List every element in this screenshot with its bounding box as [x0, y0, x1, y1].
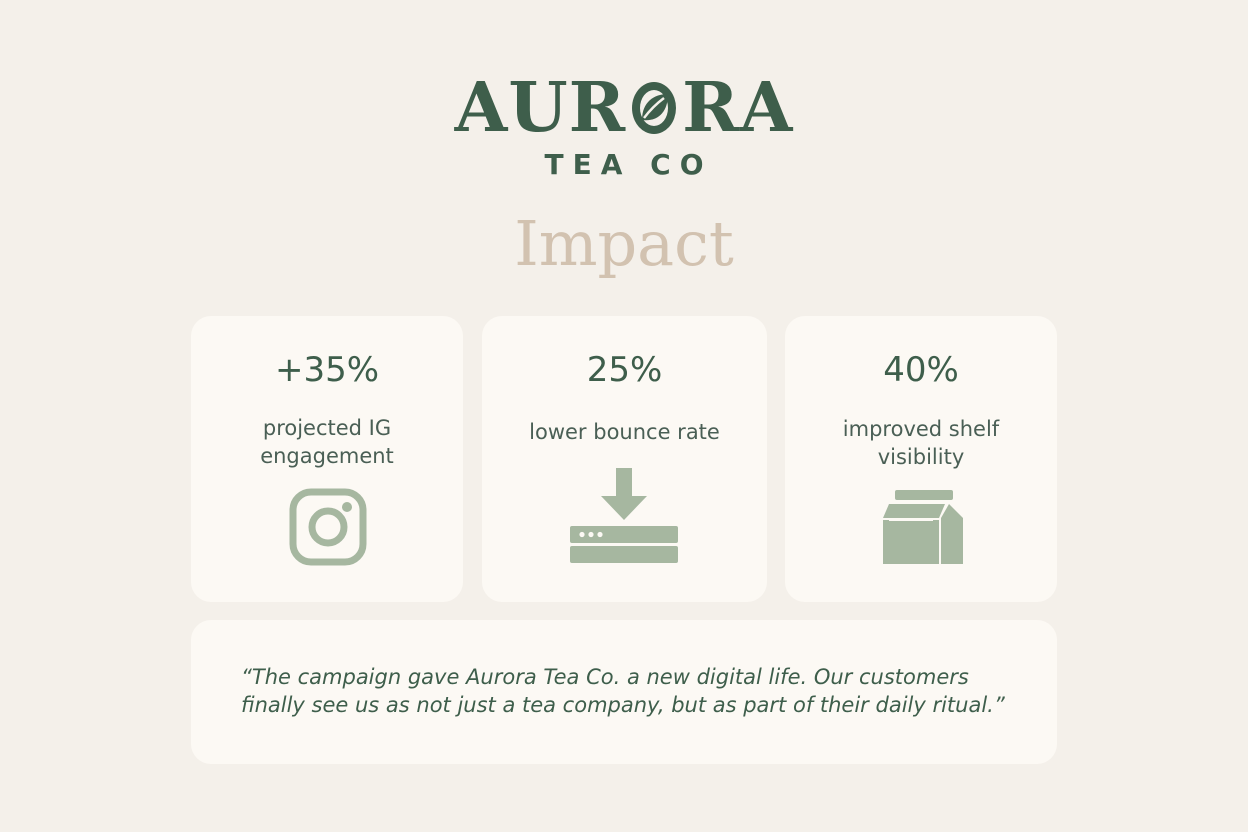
download-server-icon: [570, 468, 678, 563]
stat-label: projected IG engagement: [260, 416, 394, 468]
stat-label: improved shelf visibility: [842, 417, 1000, 469]
leaf-o-icon: [632, 82, 677, 134]
instagram-icon: [289, 488, 367, 566]
logo-word-left: AUR: [454, 68, 627, 148]
stat-value: 25%: [586, 350, 663, 390]
logo-wordmark: AUR RA: [455, 72, 794, 144]
stat-value: +35%: [274, 350, 380, 390]
stat-card-shelf-visibility: 40% improved shelf visibility: [785, 316, 1057, 602]
brand-logo: AUR RA TEA CO: [0, 72, 1248, 181]
stat-value: 40%: [883, 350, 959, 390]
logo-word-right: RA: [682, 68, 794, 148]
stat-card-engagement: +35% projected IG engagement: [191, 316, 463, 602]
page-title: Impact: [514, 207, 734, 280]
stat-card-bounce-rate: 25% lower bounce rate: [482, 316, 767, 602]
testimonial-card: “The campaign gave Aurora Tea Co. a new …: [191, 620, 1057, 764]
tea-package-icon: [883, 490, 963, 564]
testimonial-quote: “The campaign gave Aurora Tea Co. a new …: [241, 665, 1005, 717]
logo-subtitle: TEA CO: [544, 148, 713, 181]
stat-label: lower bounce rate: [529, 420, 720, 444]
